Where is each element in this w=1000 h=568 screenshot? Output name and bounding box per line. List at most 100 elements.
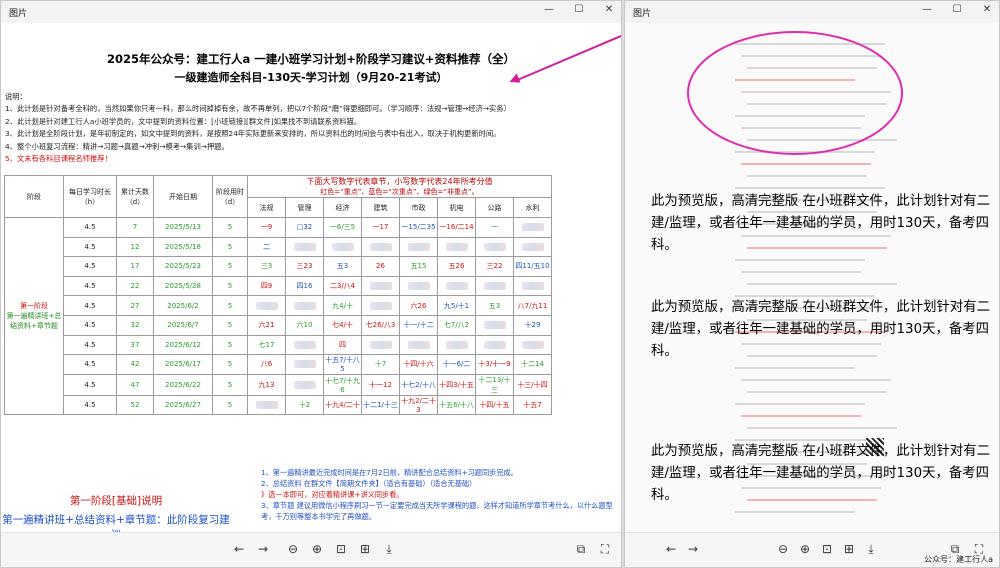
subject-cell <box>437 236 476 258</box>
right-titlebar[interactable]: 图片 — ☐ ✕ <box>625 1 999 23</box>
hours-cell: 4.5 <box>63 295 117 316</box>
blurred-content <box>483 321 506 330</box>
zoom-out-icon[interactable]: ⊖ <box>775 542 791 556</box>
subject-cell: 三22 <box>475 256 514 277</box>
subject-cell <box>285 295 324 316</box>
close-button[interactable]: ✕ <box>603 4 615 15</box>
subject-cell: 一17 <box>361 217 400 238</box>
study-plan-table: 阶段 每日学习时长（h） 累计天数（d） 开始日期 阶段用时（d） 下面大写数字… <box>4 175 552 416</box>
left-titlebar[interactable]: 图片 — ☐ ✕ <box>1 1 621 23</box>
blurred-content <box>369 301 392 310</box>
subject-header: 法规 <box>247 197 286 218</box>
subject-cell <box>513 275 552 297</box>
arrow-right-icon[interactable]: → <box>685 542 701 556</box>
use-cell: 5 <box>212 217 248 238</box>
use-cell: 5 <box>212 354 248 375</box>
subject-cell: 七26/八3 <box>361 314 400 336</box>
subject-cell: 十三/十四 <box>513 373 552 396</box>
date-cell: 2025/5/28 <box>153 275 213 297</box>
actual-size-icon[interactable]: ⊞ <box>841 542 857 556</box>
subject-cell: 二 <box>247 236 286 258</box>
subject-cell: 二3/八4 <box>323 275 362 297</box>
preview-notice: 此为预览版，高清完整版 在小班群文件，此计划针对有二建/监理，或者往年一建基础的… <box>651 194 991 253</box>
subject-cell <box>513 217 552 238</box>
subject-header: 水利 <box>513 197 552 218</box>
hours-cell: 4.5 <box>63 275 117 297</box>
subject-cell: 九13 <box>247 373 286 396</box>
subject-cell: 三3 <box>247 256 286 277</box>
minimize-button[interactable]: — <box>921 4 933 15</box>
subject-header: 公路 <box>475 197 514 218</box>
subject-cell: 六21 <box>247 314 286 336</box>
subject-cell: 十四3/十五 <box>437 373 476 396</box>
subject-cell: 十二1/十三 <box>361 394 400 416</box>
subject-cell <box>285 236 324 258</box>
arrow-left-icon[interactable]: ← <box>663 542 679 556</box>
close-button[interactable]: ✕ <box>981 4 993 15</box>
subject-cell: 一 <box>475 217 514 238</box>
date-cell: 2025/6/22 <box>153 373 213 396</box>
minimize-button[interactable]: — <box>543 4 555 15</box>
subject-cell: 七17 <box>247 334 286 356</box>
subject-cell: 十五7/十八5 <box>323 354 362 375</box>
subject-cell: □32 <box>285 217 324 238</box>
subject-cell: 十四/十五 <box>475 394 514 416</box>
maximize-button[interactable]: ☐ <box>573 4 585 15</box>
doc-title: 2025年公众号：建工行人a 一建小班学习计划+阶段学习建议+资料推荐（全） <box>106 52 516 66</box>
zoom-in-icon[interactable]: ⊕ <box>309 542 325 556</box>
col-header: 累计天数（d） <box>116 175 154 218</box>
download-icon[interactable]: ⤓ <box>381 542 397 557</box>
watermark: 公众号：建工行人a <box>924 555 993 564</box>
note-line: 说明： <box>5 92 27 101</box>
subject-cell <box>361 275 400 297</box>
subject-cell <box>285 354 324 375</box>
days-cell: 12 <box>116 236 154 258</box>
phase-desc-sub: 第一遍精讲班+总结资料+章节题：此阶段复习建议 <box>2 514 230 533</box>
subject-cell: 十四/十六 <box>399 354 438 375</box>
subject-cell: 十29 <box>513 314 552 336</box>
thumbnail-line <box>741 379 891 381</box>
actual-size-icon[interactable]: ⊞ <box>357 542 373 556</box>
left-window-title: 图片 <box>9 9 28 19</box>
subject-cell: 七7/八2 <box>437 314 476 336</box>
thumbnail-line <box>741 163 871 165</box>
days-cell: 22 <box>116 275 154 297</box>
table-row: 4.5 52 2025/6/27 5 十2 十九4/二十 十二1/十三 十九2/二十3 十五6/… <box>5 394 552 416</box>
fit-screen-icon[interactable]: ⊡ <box>819 542 835 556</box>
days-cell: 7 <box>116 217 154 238</box>
thumbnail-line <box>741 271 861 273</box>
blurred-content <box>483 340 506 349</box>
use-cell: 5 <box>212 236 248 258</box>
arrow-right-icon[interactable]: → <box>255 542 271 556</box>
subject-cell: 五15 <box>399 256 438 277</box>
arrow-left-icon[interactable]: ← <box>231 542 247 556</box>
blurred-content <box>369 242 392 251</box>
fit-screen-icon[interactable]: ⊡ <box>333 542 349 556</box>
blurred-content <box>369 340 392 349</box>
blurred-content <box>483 242 506 251</box>
zoom-out-icon[interactable]: ⊖ <box>285 542 301 556</box>
col-header: 阶段用时（d） <box>212 175 248 218</box>
fullscreen-icon[interactable]: ⛶ <box>597 542 613 557</box>
highlight-circle <box>687 31 903 155</box>
banner-line-1: 下面大写数字代表章节，小写数字代表24年所考分值 <box>306 177 493 186</box>
days-cell: 52 <box>116 394 154 416</box>
subject-cell: 一9 <box>247 217 286 238</box>
download-icon[interactable]: ⤓ <box>863 542 879 557</box>
subject-cell: 三23 <box>285 256 324 277</box>
zoom-in-icon[interactable]: ⊕ <box>797 542 813 556</box>
subject-cell: 十七7/十九6 <box>323 373 362 396</box>
subject-cell: 十7 <box>361 354 400 375</box>
share-icon[interactable]: ⧉ <box>573 542 589 557</box>
subject-cell <box>361 295 400 316</box>
subject-cell: 四9 <box>247 275 286 297</box>
date-cell: 2025/5/18 <box>153 236 213 258</box>
phase-cell: 第一阶段 第一遍精讲班+总结资料+章节题 <box>4 216 64 416</box>
subject-cell <box>285 373 324 396</box>
note-line: 5、文末有各科目课程名师推荐！ <box>5 154 112 164</box>
days-cell: 37 <box>116 334 154 356</box>
table-row: 4.5 12 2025/5/18 5 二 <box>5 236 552 258</box>
maximize-button[interactable]: ☐ <box>951 4 963 15</box>
subject-cell: 四 <box>323 334 362 356</box>
subject-cell <box>247 295 286 316</box>
